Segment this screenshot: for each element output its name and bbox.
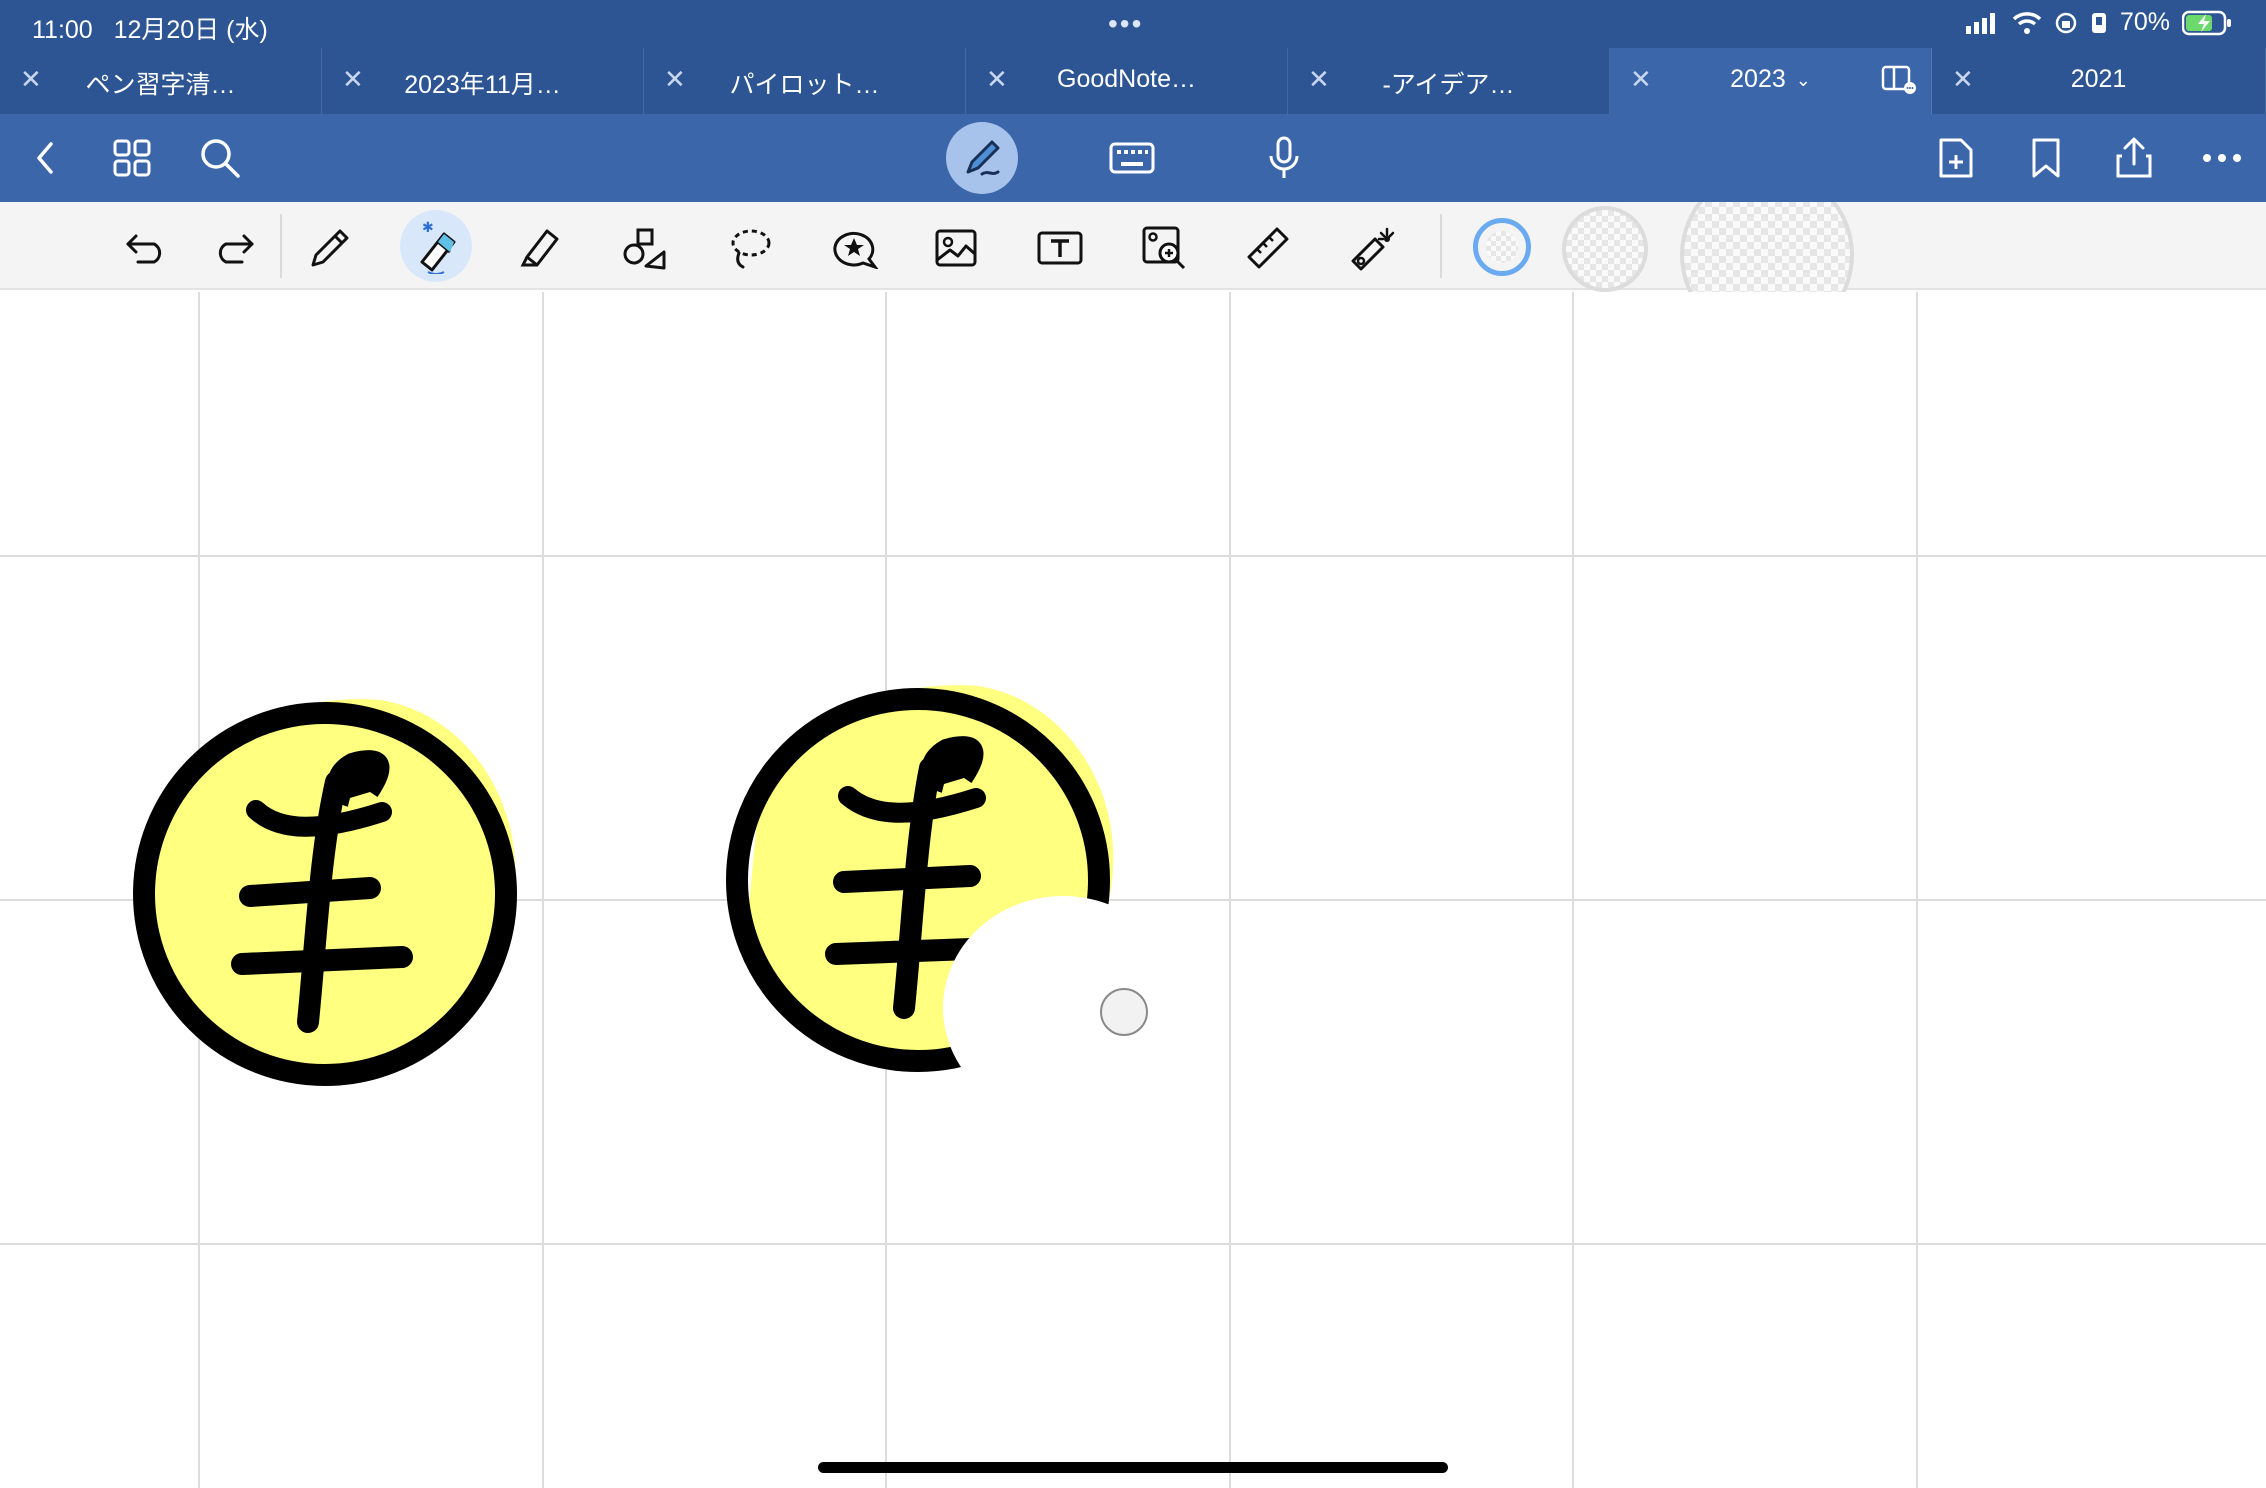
goodnotes-app: 11:00 12月20日 (水) ••• 70% ✕ ペン習字清… ✕ 2023… [0,0,2266,1488]
image-icon[interactable] [928,220,984,276]
split-view-icon[interactable] [1881,64,1917,94]
status-bar: 11:00 12月20日 (水) ••• 70% [0,0,2266,48]
tab-7[interactable]: ✕ 2021 [1932,48,2266,114]
signal-icon [1965,12,1995,34]
share-icon[interactable] [2108,132,2160,184]
tab-label: 2023年11月… [404,71,561,99]
handwritten-drawing-2 [726,685,1138,1088]
battery-icon [2182,10,2231,35]
tools-divider [1440,214,1442,278]
pen-icon[interactable] [302,220,358,276]
tab-4[interactable]: ✕ GoodNote… [966,48,1288,114]
keyboard-icon[interactable] [1106,132,1158,184]
add-page-icon[interactable] [1930,132,1982,184]
multitask-dots[interactable]: ••• [1108,8,1143,40]
bookmark-icon[interactable] [2020,132,2072,184]
lasso-icon[interactable] [722,220,778,276]
tab-2[interactable]: ✕ 2023年11月… [322,48,644,114]
tab-label: GoodNote… [1057,65,1196,93]
tools-divider [280,214,282,278]
eraser-cursor [1100,988,1148,1036]
svg-text:✱: ✱ [422,220,434,236]
size-medium-option[interactable] [1562,206,1648,292]
tab-label: 2021 [2070,65,2127,93]
undo-icon[interactable] [118,220,174,276]
status-time: 11:00 12月20日 (水) [32,16,268,44]
highlighter-icon[interactable] [512,220,568,276]
tab-active[interactable]: ✕ 2023 ⌄ [1610,48,1932,114]
more-icon[interactable] [2196,132,2248,184]
ruler-icon[interactable] [1240,220,1296,276]
personal-hotspot-icon [2091,12,2106,33]
tab-1[interactable]: ✕ ペン習字清… [0,48,322,114]
tab-label: パイロット… [729,71,880,99]
status-right: 70% [1965,8,2232,37]
size-swatch [1486,231,1518,263]
shapes-icon[interactable] [618,220,674,276]
pen-mode-icon[interactable] [946,122,1018,194]
battery-percent: 70% [2119,8,2170,36]
status-date: 12月20日 (水) [113,16,268,44]
handwritten-drawing-1 [133,699,517,1086]
redo-icon[interactable] [206,220,262,276]
note-canvas[interactable] [0,292,2266,1488]
image-zoom-icon[interactable] [1136,220,1192,276]
sticker-icon[interactable] [826,220,882,276]
eraser-icon[interactable]: ✱ [400,210,472,282]
laser-pointer-icon[interactable] [1344,220,1400,276]
tab-label-text: 2023 [1730,65,1786,93]
top-bar: 11:00 12月20日 (水) ••• 70% ✕ ペン習字清… ✕ 2023… [0,0,2266,114]
tab-label: ペン習字清… [85,71,236,99]
tab-3[interactable]: ✕ パイロット… [644,48,966,114]
wifi-icon [2012,11,2042,34]
tools-bar: ✱ [0,202,2266,342]
document-tabs: ✕ ペン習字清… ✕ 2023年11月… ✕ パイロット… ✕ GoodNote… [0,48,2266,114]
search-icon[interactable] [194,132,246,184]
orientation-lock-icon [2055,12,2077,33]
tab-label: -アイデア… [1382,71,1515,99]
main-toolbar [0,114,2266,202]
text-box-icon[interactable] [1032,220,1088,276]
back-icon[interactable] [20,132,72,184]
size-small-option[interactable] [1473,218,1531,276]
home-indicator[interactable] [818,1462,1448,1473]
chevron-down-icon[interactable]: ⌄ [1796,70,1811,91]
grid-icon[interactable] [106,132,158,184]
microphone-icon[interactable] [1258,132,1310,184]
tab-5[interactable]: ✕ -アイデア… [1288,48,1610,114]
